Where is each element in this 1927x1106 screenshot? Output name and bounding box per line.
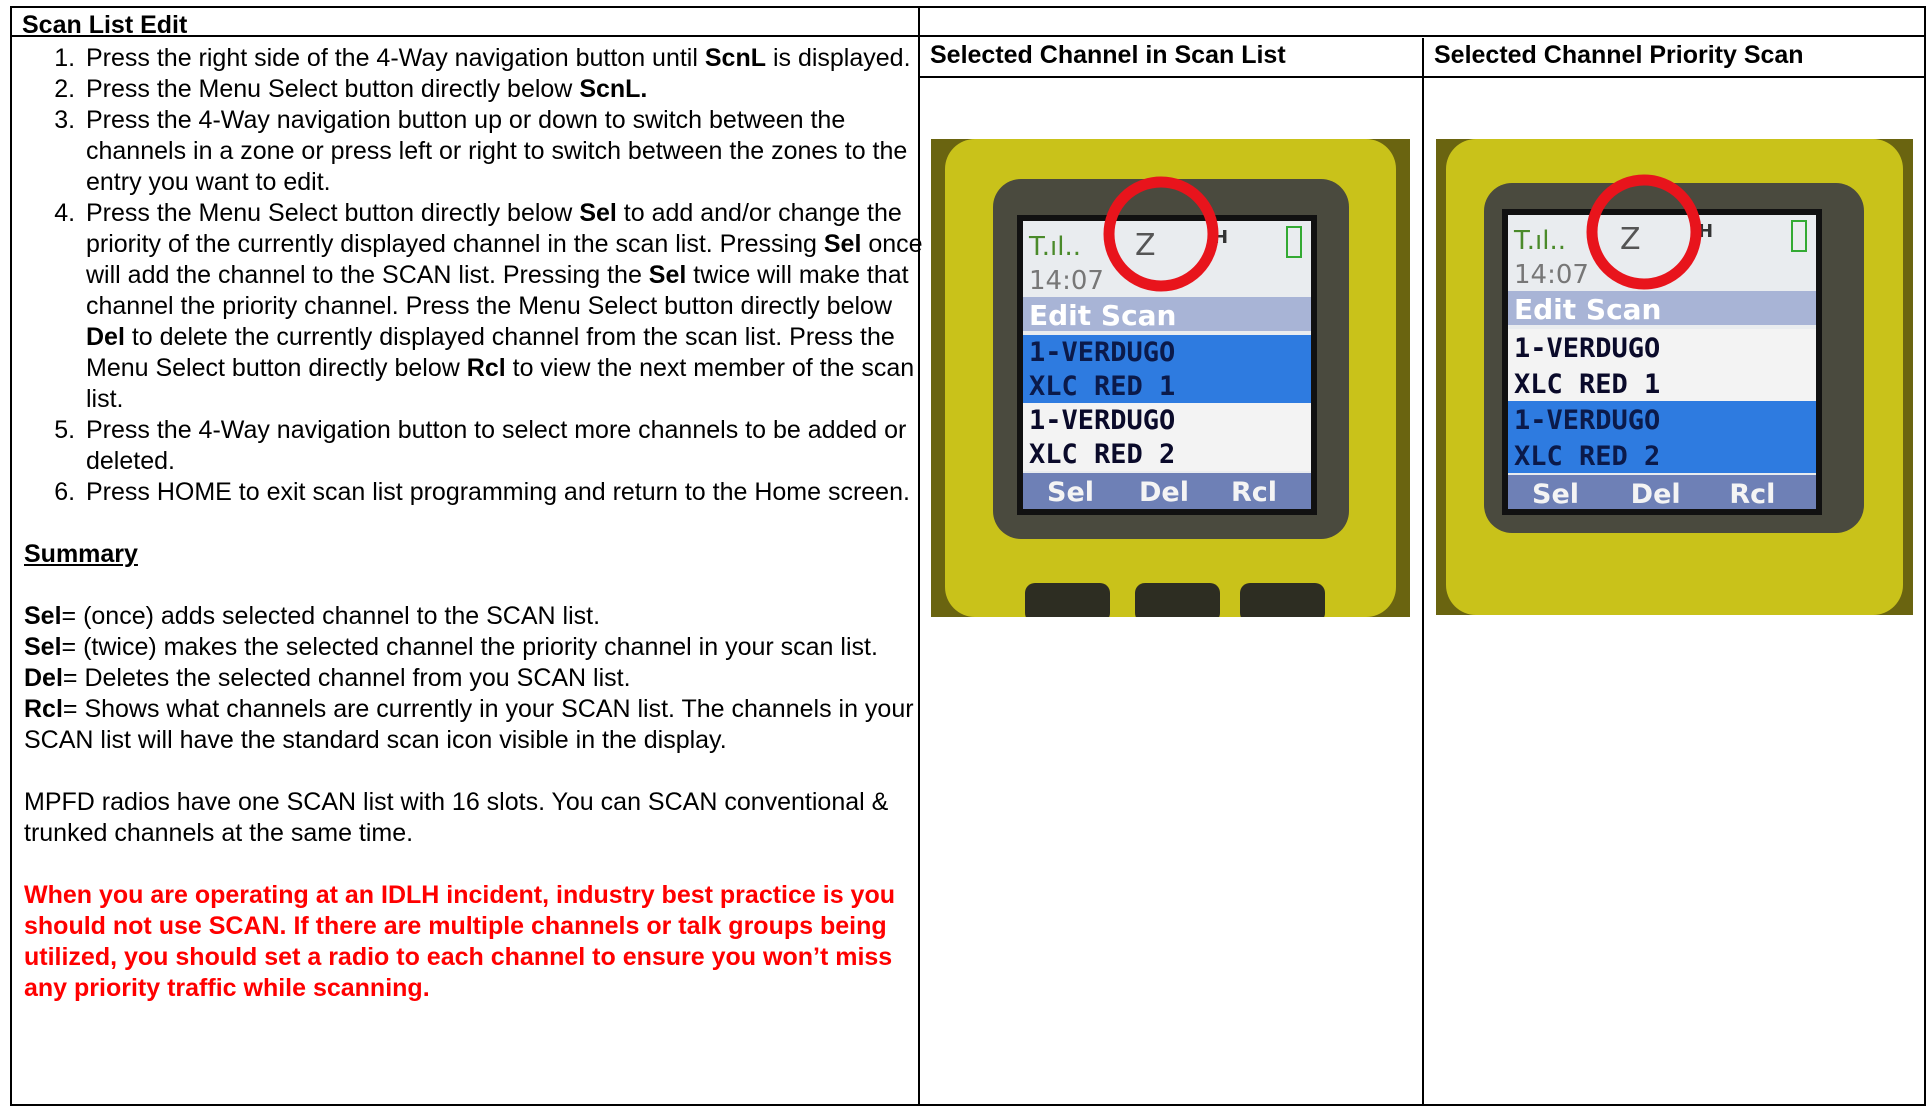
column-divider xyxy=(1422,38,1424,1106)
step-keyword: ScnL xyxy=(704,44,766,72)
step-keyword: Sel xyxy=(579,199,617,227)
step-item: Press the 4-Way navigation button to sel… xyxy=(82,415,924,477)
summary-key: Del xyxy=(24,664,63,692)
step-item: Press the right side of the 4-Way naviga… xyxy=(82,43,924,74)
summary-text: = Deletes the selected channel from you … xyxy=(62,664,631,692)
note-text: MPFD radios have one SCAN list with 16 s… xyxy=(24,788,889,847)
column-header-priority-scan: Selected Channel Priority Scan xyxy=(1434,41,1804,69)
softkey-label: Del xyxy=(1139,477,1189,508)
channel-name: XLC RED 1 xyxy=(1029,371,1175,402)
summary-key: Sel xyxy=(24,602,62,630)
signal-icon: T.ıl.. xyxy=(1513,226,1566,256)
step-item: Press HOME to exit scan list programming… xyxy=(82,477,924,508)
summary-item: Sel= (twice) makes the selected channel … xyxy=(24,632,924,663)
clock-text: 14:07 xyxy=(1029,266,1104,296)
softkey-label: Rcl xyxy=(1231,477,1277,508)
summary-heading: Summary xyxy=(24,540,138,568)
channel-name: 1-VERDUGO xyxy=(1029,405,1175,436)
instructions-column: Scan List Edit Press the right side of t… xyxy=(22,10,924,1004)
step-item: Press the Menu Select button directly be… xyxy=(82,74,924,105)
radio-button xyxy=(1240,583,1325,617)
summary-item: Del= Deletes the selected channel from y… xyxy=(24,663,924,694)
channel-name: XLC RED 2 xyxy=(1029,439,1175,470)
channel-name: XLC RED 1 xyxy=(1514,369,1660,400)
summary-item: Sel= (once) adds selected channel to the… xyxy=(24,601,924,632)
summary-text: = (once) adds selected channel to the SC… xyxy=(61,602,601,630)
summary-text: = (twice) makes the selected channel the… xyxy=(61,633,878,661)
radio-photo-scan-list: T.ıl.. Z H 14:07 Edit Scan 1-VERDUGO XLC RED 1… xyxy=(931,139,1410,617)
zone-indicator: Z xyxy=(1135,228,1156,263)
step-keyword: ScnL. xyxy=(579,75,648,103)
step-item: Press the 4-Way navigation button up or … xyxy=(82,105,924,198)
channel-name: 1-VERDUGO xyxy=(1514,333,1660,364)
channel-name: 1-VERDUGO xyxy=(1029,337,1175,368)
softkey-label: Sel xyxy=(1532,479,1579,510)
summary-item: Rcl= Shows what channels are currently i… xyxy=(24,694,924,756)
radio-photo-priority-scan: T.ıl.. Z H 14:07 Edit Scan 1-VERDUGO XLC RED 1… xyxy=(1436,139,1913,615)
screen-header-text: Edit Scan xyxy=(1029,299,1177,332)
column-header-scan-list: Selected Channel in Scan List xyxy=(930,41,1286,69)
steps-list: Press the right side of the 4-Way naviga… xyxy=(24,43,924,508)
header-row-border xyxy=(918,76,1926,78)
screen-header-text: Edit Scan xyxy=(1514,293,1662,326)
radio-button xyxy=(1135,583,1220,617)
clock-text: 14:07 xyxy=(1514,260,1589,290)
channel-name: 1-VERDUGO xyxy=(1514,405,1660,436)
document-table: Scan List Edit Press the right side of t… xyxy=(10,6,1926,1106)
summary-text: = Shows what channels are currently in y… xyxy=(24,695,914,754)
summary-key: Sel xyxy=(24,633,62,661)
step-keyword: Sel xyxy=(823,230,862,258)
channel-name: XLC RED 2 xyxy=(1514,441,1660,472)
summary-list: Sel= (once) adds selected channel to the… xyxy=(24,601,924,756)
softkey-label: Sel xyxy=(1047,477,1094,508)
radio-button xyxy=(1025,583,1110,617)
warning-text: When you are operating at an IDLH incide… xyxy=(24,881,895,1002)
zone-indicator: Z xyxy=(1620,222,1641,257)
softkey-label: Rcl xyxy=(1729,479,1775,510)
step-keyword: Rcl xyxy=(466,354,506,382)
step-keyword: Del xyxy=(86,323,125,351)
softkey-label: Del xyxy=(1631,479,1681,510)
step-item: Press the Menu Select button directly be… xyxy=(82,198,924,415)
section-title: Scan List Edit xyxy=(22,11,188,39)
summary-key: Rcl xyxy=(24,695,63,723)
step-keyword: Sel xyxy=(648,261,687,289)
signal-icon: T.ıl.. xyxy=(1028,232,1081,262)
